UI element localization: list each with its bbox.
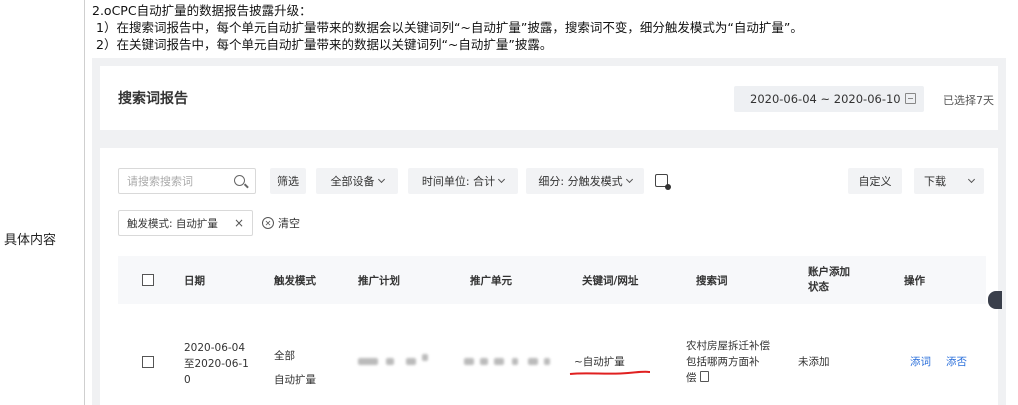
chevron-down-icon <box>498 175 506 183</box>
active-filter-label: 触发模式: 自动扩量 <box>127 217 218 230</box>
device-dropdown[interactable]: 全部设备 <box>316 168 398 194</box>
redacted-block <box>406 358 416 365</box>
date-range-picker[interactable]: 2020-06-04 ~ 2020-06-10 <box>734 86 924 112</box>
report-screenshot: 搜索词报告 2020-06-04 ~ 2020-06-10 已选择7天 筛选 全… <box>92 58 1006 405</box>
clear-label: 清空 <box>278 217 300 230</box>
column-account-status-line2: 状态 <box>808 281 829 293</box>
chevron-down-icon <box>377 175 385 183</box>
add-keyword-link[interactable]: 添词 <box>910 354 931 370</box>
redacted-block <box>422 354 428 361</box>
redacted-block <box>512 358 518 365</box>
selected-days-label: 已选择7天 <box>943 94 994 107</box>
select-all-checkbox[interactable] <box>142 274 154 286</box>
row-search-term-line3: 偿 <box>686 370 770 386</box>
row-trigger-line1: 全部 <box>274 350 295 362</box>
add-negative-link[interactable]: 添否 <box>946 354 967 370</box>
document-icon[interactable] <box>699 371 709 382</box>
clear-icon: ✕ <box>262 217 274 229</box>
time-unit-label: 时间单位: 合计 <box>421 175 496 188</box>
row-date: 2020-06-04 至2020-06-1 0 <box>184 340 249 388</box>
row-date-line2: 至2020-06-1 <box>184 358 249 370</box>
column-actions: 操作 <box>904 274 925 287</box>
redacted-block <box>464 358 474 365</box>
breakdown-dropdown[interactable]: 细分: 分触发模式 <box>526 168 644 194</box>
download-dropdown[interactable]: 下载 <box>914 168 984 194</box>
column-campaign[interactable]: 推广计划 <box>358 256 400 304</box>
breakdown-label: 细分: 分触发模式 <box>538 175 623 188</box>
row-date-line3: 0 <box>184 374 191 386</box>
note-heading: 2.oCPC自动扩量的数据报告披露升级： <box>92 3 312 18</box>
note-item-1: 1）在搜索词报告中，每个单元自动扩量带来的数据会以关键词列“~自动扩量”披露，搜… <box>96 20 803 35</box>
redacted-block <box>494 358 504 365</box>
customize-button[interactable]: 自定义 <box>848 168 902 194</box>
chevron-down-icon <box>967 175 976 183</box>
clear-filters-button[interactable]: ✕ 清空 <box>262 215 300 231</box>
row-search-term: 农村房屋拆迁补偿 包括哪两方面补 偿 <box>686 338 770 386</box>
column-account-status-line1: 账户添加 <box>808 266 850 278</box>
calendar-icon <box>905 93 916 104</box>
row-checkbox[interactable] <box>142 356 154 368</box>
note-item-2: 2）在关键词报告中，每个单元自动扩量带来的数据以关键词列“~自动扩量”披露。 <box>96 37 553 52</box>
search-icon[interactable] <box>234 175 245 186</box>
time-unit-dropdown[interactable]: 时间单位: 合计 <box>408 168 518 194</box>
row-search-term-line3-text: 偿 <box>686 372 697 384</box>
active-filter-tag: 触发模式: 自动扩量 × <box>118 210 253 236</box>
document-left-column: 具体内容 <box>0 0 85 405</box>
table-header: 日期 触发模式 推广计划 推广单元 关键词/网址 搜索词 账户添加 状态 操作 <box>118 256 986 304</box>
row-trigger-mode: 全部 自动扩量 <box>274 344 316 392</box>
redacted-block <box>358 358 378 365</box>
keyword-underline <box>569 370 651 375</box>
chevron-down-icon <box>625 175 633 183</box>
page-title: 搜索词报告 <box>118 91 188 107</box>
column-account-status[interactable]: 账户添加 状态 <box>808 256 850 304</box>
redacted-block <box>386 358 394 365</box>
column-keyword-url[interactable]: 关键词/网址 <box>582 256 638 304</box>
download-label: 下载 <box>924 175 946 188</box>
date-range-value: 2020-06-04 ~ 2020-06-10 <box>750 92 901 106</box>
row-search-term-line2: 包括哪两方面补 <box>686 356 760 368</box>
search-box <box>118 168 256 194</box>
row-trigger-line2: 自动扩量 <box>274 374 316 386</box>
row-label: 具体内容 <box>4 233 57 248</box>
device-dropdown-label: 全部设备 <box>330 175 375 188</box>
column-trigger-mode[interactable]: 触发模式 <box>274 256 316 304</box>
redacted-block <box>544 358 550 365</box>
customize-label: 自定义 <box>858 175 892 188</box>
row-date-line1: 2020-06-04 <box>184 342 246 354</box>
filter-button-label: 筛选 <box>277 175 299 188</box>
row-search-term-line1: 农村房屋拆迁补偿 <box>686 340 770 352</box>
help-icon[interactable] <box>655 174 671 190</box>
close-icon[interactable]: × <box>234 216 244 230</box>
report-header-card: 搜索词报告 2020-06-04 ~ 2020-06-10 已选择7天 <box>100 66 998 130</box>
search-input[interactable] <box>127 174 227 188</box>
redacted-block <box>528 358 538 365</box>
column-ad-group[interactable]: 推广单元 <box>470 256 512 304</box>
column-date[interactable]: 日期 <box>184 256 205 304</box>
floating-handle[interactable] <box>988 291 1002 309</box>
column-search-term[interactable]: 搜索词 <box>696 256 728 304</box>
row-account-status: 未添加 <box>798 356 830 368</box>
filter-button[interactable]: 筛选 <box>270 168 306 194</box>
release-notes: 2.oCPC自动扩量的数据报告披露升级： 1）在搜索词报告中，每个单元自动扩量带… <box>92 2 803 53</box>
redacted-block <box>480 358 488 365</box>
report-table-card: 筛选 全部设备 时间单位: 合计 细分: 分触发模式 自定义 下载 触发模式: … <box>100 148 998 405</box>
